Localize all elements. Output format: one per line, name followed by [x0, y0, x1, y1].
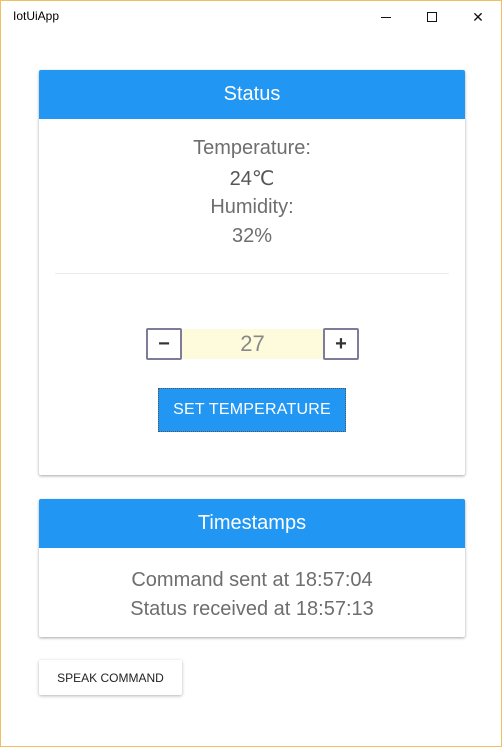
maximize-button[interactable] [409, 1, 455, 33]
temperature-label: Temperature: [193, 137, 311, 159]
close-button[interactable]: ✕ [455, 1, 501, 33]
title-bar: IotUiApp ✕ [1, 1, 501, 33]
status-received-text: Status received at 18:57:13 [130, 598, 374, 620]
minimize-icon [381, 16, 391, 18]
timestamps-card: Timestamps Command sent at 18:57:04 Stat… [39, 499, 465, 637]
command-sent-text: Command sent at 18:57:04 [131, 569, 373, 591]
speak-command-button[interactable]: SPEAK COMMAND [39, 660, 182, 695]
temperature-setpoint-input[interactable] [182, 329, 323, 359]
divider [55, 273, 449, 274]
status-card: Status Temperature: 24℃ Humidity: 32% − … [39, 70, 465, 475]
humidity-label: Humidity: [210, 196, 294, 218]
timestamps-body: Command sent at 18:57:04 Status received… [39, 548, 465, 624]
set-temperature-button[interactable]: SET TEMPERATURE [158, 388, 346, 432]
timestamps-header: Timestamps [39, 499, 465, 548]
close-icon: ✕ [472, 8, 484, 25]
humidity-value: 32% [231, 225, 273, 247]
maximize-icon [427, 12, 437, 22]
temperature-stepper: − + [146, 328, 359, 360]
minimize-button[interactable] [363, 1, 409, 33]
increment-button[interactable]: + [323, 328, 359, 360]
decrement-button[interactable]: − [146, 328, 182, 360]
temperature-value: 24℃ [229, 168, 275, 190]
window-title: IotUiApp [13, 9, 60, 23]
status-header: Status [39, 70, 465, 119]
